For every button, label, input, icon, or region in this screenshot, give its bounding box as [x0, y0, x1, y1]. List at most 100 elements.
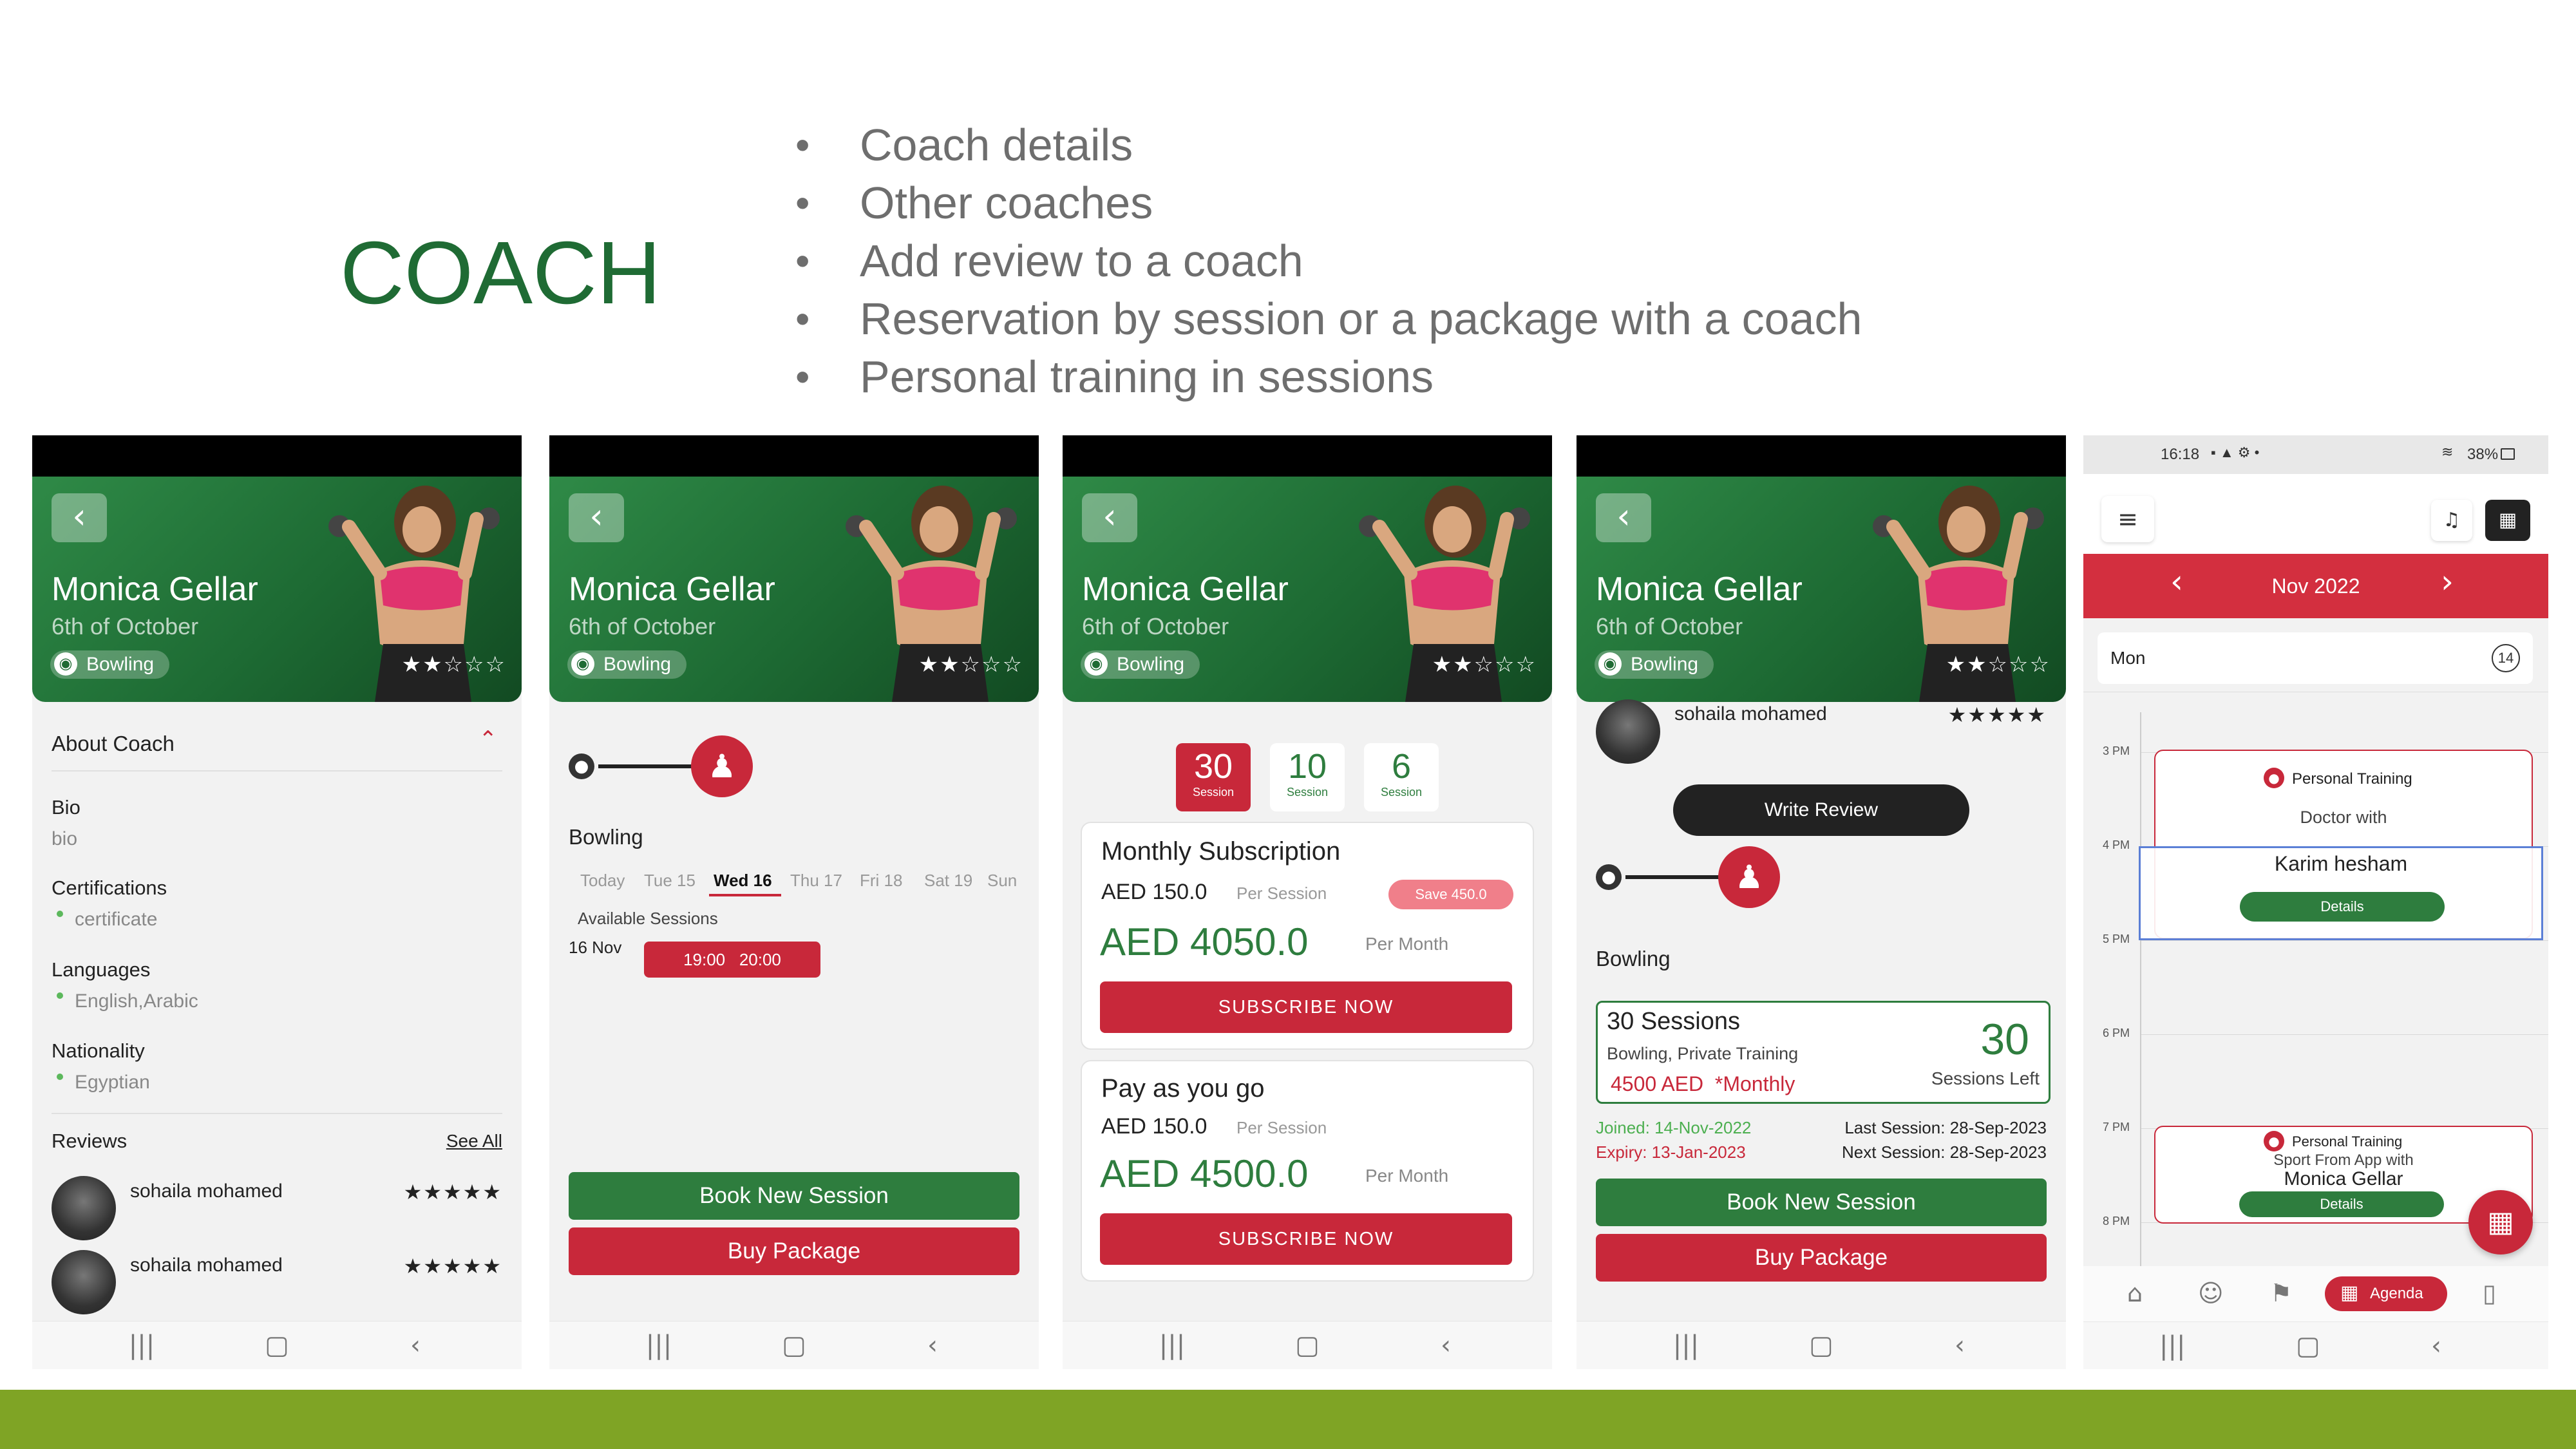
recent-apps-icon[interactable]: |||	[2159, 1331, 2185, 1361]
bowling-pin-icon[interactable]: ♟	[691, 735, 753, 797]
session-count-tab[interactable]: 10 Session	[1270, 743, 1345, 811]
back-button[interactable]: ‹	[52, 493, 107, 542]
day-tab[interactable]: Sun	[987, 871, 1017, 891]
people-icon[interactable]: ☺	[2198, 1279, 2224, 1307]
event-person: Monica Gellar	[2284, 1168, 2403, 1189]
back-icon[interactable]: ‹	[390, 1331, 441, 1360]
sport-label: Bowling	[569, 825, 643, 849]
event-details-button[interactable]: Details	[2239, 1191, 2444, 1217]
back-button[interactable]: ‹	[1596, 493, 1651, 542]
session-count-tab-selected[interactable]: 30 Session	[1176, 743, 1251, 811]
see-all-link[interactable]: See All	[446, 1131, 502, 1151]
home-icon[interactable]: ▢	[2296, 1331, 2320, 1361]
recent-apps-icon[interactable]: |||	[116, 1331, 167, 1360]
phone-screen-coach-details: ‹ Monica Gellar 6th of October ◉ Bowling …	[32, 435, 522, 1369]
coach-hero-banner: ‹ Monica Gellar 6th of October ◉ Bowling …	[32, 477, 522, 702]
bullet-dot	[57, 911, 63, 917]
coach-name: Monica Gellar	[1082, 571, 1289, 608]
sport-chip: ◉ Bowling	[50, 650, 170, 679]
last-session-date: Last Session: 28-Sep-2023	[1844, 1118, 2047, 1137]
reviewer-name: sohaila mohamed	[1674, 703, 1827, 724]
flag-icon[interactable]: ⚑	[2270, 1279, 2292, 1307]
sport-label: Bowling	[1596, 947, 1671, 971]
day-number-badge: 14	[2492, 644, 2520, 672]
per-session-label: Per Session	[1236, 884, 1327, 903]
coach-name: Monica Gellar	[569, 571, 775, 608]
back-button[interactable]: ‹	[569, 493, 624, 542]
day-tab-selected[interactable]: Wed 16	[714, 871, 772, 891]
reviewer-name: sohaila mohamed	[130, 1255, 283, 1276]
monthly-subscription-card: Monthly Subscription AED 150.0 Per Sessi…	[1081, 822, 1534, 1050]
subscribe-now-button[interactable]: SUBSCRIBE NOW	[1100, 1213, 1512, 1265]
month-label: Nov 2022	[2271, 574, 2360, 598]
bullet-item: Personal training in sessions	[795, 348, 1862, 406]
store-icon[interactable]: ▦	[2485, 500, 2530, 541]
recent-apps-icon[interactable]: |||	[633, 1331, 685, 1360]
back-icon[interactable]: ‹	[907, 1331, 958, 1360]
slide-title: COACH	[340, 223, 661, 323]
home-icon[interactable]: ⌂	[2127, 1279, 2143, 1307]
bell-icon[interactable]: ♫	[2431, 500, 2472, 541]
calendar-fab-icon[interactable]: ▦	[2468, 1190, 2533, 1255]
recent-apps-icon[interactable]: |||	[1146, 1331, 1198, 1360]
home-icon[interactable]: ▢	[1795, 1331, 1847, 1360]
bullet-dot	[57, 1074, 63, 1080]
book-new-session-button[interactable]: Book New Session	[1596, 1179, 2047, 1226]
day-tab[interactable]: Tue 15	[644, 871, 696, 891]
day-tab[interactable]: Thu 17	[790, 871, 842, 891]
menu-icon[interactable]: ≡	[2101, 496, 2154, 542]
time-slot-button[interactable]: 19:00 20:00	[644, 942, 820, 978]
status-icons: ▪ ▲ ⚙ •	[2211, 444, 2260, 460]
event-type: Personal Training	[2292, 770, 2412, 788]
event-details-button[interactable]: Details	[2240, 892, 2445, 922]
hour-label: 4 PM	[2103, 838, 2130, 851]
day-selector[interactable]: Mon 14	[2098, 632, 2533, 684]
basketball-icon[interactable]: ●	[569, 753, 594, 779]
write-review-button[interactable]: Write Review	[1673, 784, 1969, 836]
reviews-label: Reviews	[52, 1130, 128, 1152]
languages-value: English,Arabic	[75, 990, 198, 1012]
event-highlight: Karim hesham Details	[2139, 846, 2543, 940]
buy-package-button[interactable]: Buy Package	[569, 1227, 1019, 1275]
person-icon: ●	[2264, 768, 2284, 788]
agenda-tab[interactable]: ▦ Agenda	[2325, 1276, 2447, 1311]
day-tab[interactable]: Fri 18	[860, 871, 902, 891]
hour-label: 7 PM	[2103, 1121, 2130, 1133]
day-tab[interactable]: Sat 19	[924, 871, 972, 891]
bowling-icon: ◉	[54, 652, 77, 676]
bowling-pin-icon[interactable]: ♟	[1718, 846, 1780, 908]
buy-package-button[interactable]: Buy Package	[1596, 1234, 2047, 1282]
back-icon[interactable]: ‹	[1934, 1331, 1985, 1360]
basketball-icon[interactable]: ●	[1596, 864, 1622, 890]
bowling-icon: ◉	[1598, 652, 1622, 676]
day-tab[interactable]: Today	[580, 871, 625, 891]
package-subtitle: Bowling, Private Training	[1607, 1044, 1799, 1063]
home-icon[interactable]: ▢	[768, 1331, 820, 1360]
phone-icon[interactable]: ▯	[2483, 1279, 2496, 1307]
subscribe-now-button[interactable]: SUBSCRIBE NOW	[1100, 981, 1512, 1033]
per-session-label: Per Session	[1236, 1118, 1327, 1137]
home-icon[interactable]: ▢	[251, 1331, 303, 1360]
back-button[interactable]: ‹	[1082, 493, 1137, 542]
back-icon[interactable]: ‹	[1420, 1331, 1472, 1360]
coach-rating-stars: ★★☆☆☆	[1432, 652, 1537, 677]
back-icon[interactable]: ‹	[2431, 1331, 2441, 1361]
hour-line	[2141, 1034, 2548, 1035]
book-new-session-button[interactable]: Book New Session	[569, 1172, 1019, 1220]
coach-name: Monica Gellar	[1596, 571, 1803, 608]
event-line: Doctor with	[2300, 808, 2387, 827]
status-bar	[1063, 435, 1552, 477]
recent-apps-icon[interactable]: |||	[1660, 1331, 1712, 1360]
session-count-tab[interactable]: 6 Session	[1364, 743, 1439, 811]
about-coach-header[interactable]: About Coach	[52, 732, 175, 756]
next-session-date: Next Session: 28-Sep-2023	[1842, 1142, 2047, 1162]
home-icon[interactable]: ▢	[1282, 1331, 1333, 1360]
phone-screen-book-session: ‹ Monica Gellar 6th of October ◉ Bowling …	[549, 435, 1039, 1369]
hour-label: 8 PM	[2103, 1215, 2130, 1227]
wifi-signal-icon: ≋	[2441, 444, 2454, 460]
event-type: Personal Training	[2292, 1133, 2403, 1150]
phone-screen-active-package: ‹ Monica Gellar 6th of October ◉ Bowling …	[1577, 435, 2066, 1369]
sport-toggle-track	[598, 764, 701, 768]
chevron-up-icon[interactable]: ⌃	[479, 726, 498, 752]
chevron-right-icon[interactable]: ›	[2441, 563, 2454, 600]
